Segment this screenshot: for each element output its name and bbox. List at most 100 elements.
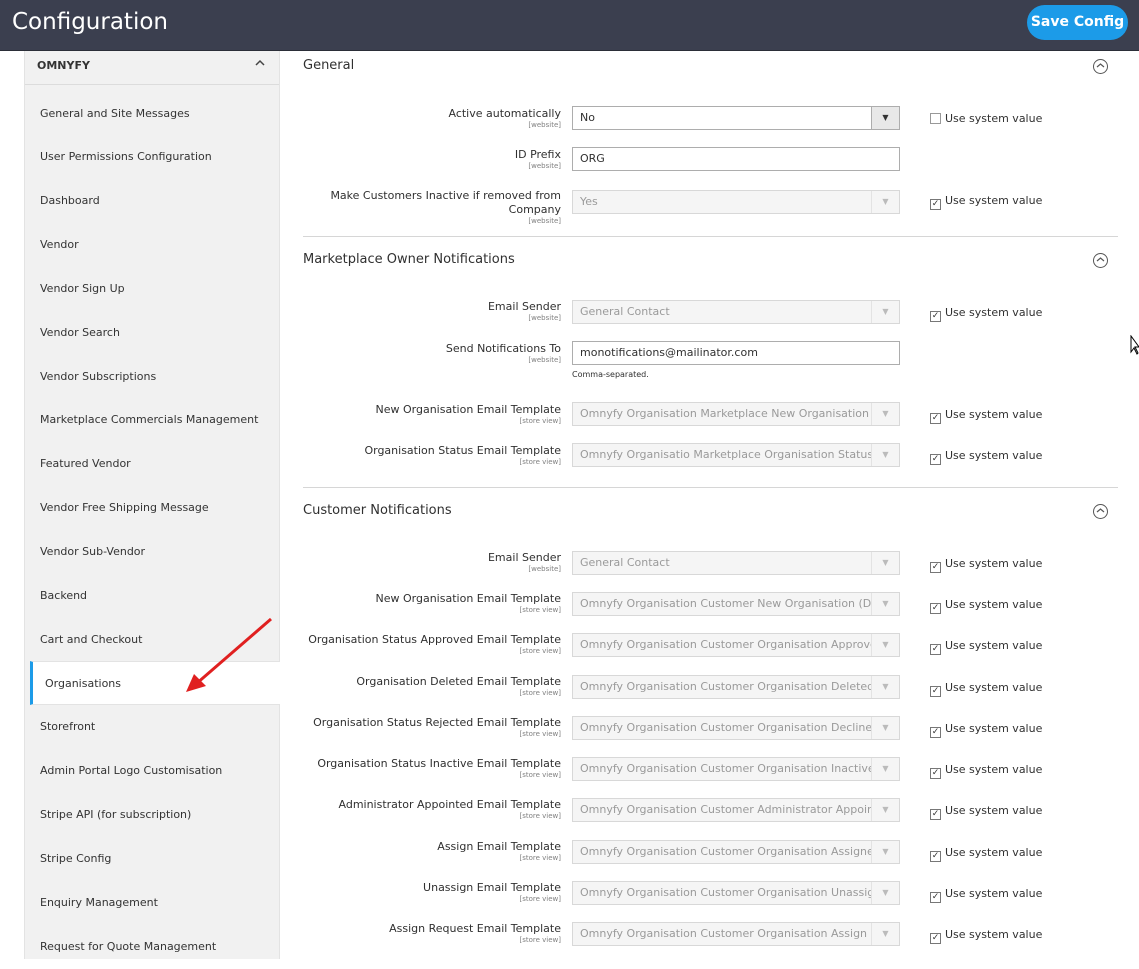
scope-text: [website]: [528, 162, 561, 170]
checkbox-checked-icon[interactable]: ✓: [930, 768, 941, 779]
sidebar-group-omnyfy[interactable]: OMNYFY: [25, 51, 279, 85]
customer-template-select[interactable]: Omnyfy Organisation Customer Organisatio…: [572, 633, 900, 657]
checkbox-checked-icon[interactable]: ✓: [930, 311, 941, 322]
checkbox-checked-icon[interactable]: ✓: [930, 892, 941, 903]
use-system-value-checkbox[interactable]: ✓ Use system value: [930, 639, 1042, 655]
use-system-value-checkbox[interactable]: ✓ Use system value: [930, 846, 1042, 862]
section-title-general[interactable]: General: [303, 58, 354, 73]
select-value: Omnyfy Organisation Customer Organisatio…: [580, 886, 872, 899]
owner-email-sender-select[interactable]: General Contact ▼: [572, 300, 900, 324]
label-text: Email Sender: [487, 300, 561, 313]
dropdown-arrow-icon: ▼: [871, 717, 899, 739]
checkbox-unchecked-icon[interactable]: [930, 113, 941, 124]
use-system-value-checkbox[interactable]: ✓ Use system value: [930, 557, 1042, 573]
checkbox-checked-icon[interactable]: ✓: [930, 413, 941, 424]
page-header: Configuration Save Config: [0, 0, 1139, 51]
use-system-value-label: Use system value: [945, 763, 1043, 776]
field-label-id-prefix: ID Prefix [website]: [515, 148, 561, 171]
checkbox-checked-icon[interactable]: ✓: [930, 809, 941, 820]
use-system-value-checkbox[interactable]: ✓ Use system value: [930, 408, 1042, 424]
sidebar-item-admin-portal-logo[interactable]: Admin Portal Logo Customisation: [25, 749, 279, 793]
sidebar-item-stripe-config[interactable]: Stripe Config: [25, 837, 279, 881]
use-system-value-checkbox[interactable]: Use system value: [930, 112, 1042, 125]
sidebar-item-featured-vendor[interactable]: Featured Vendor: [25, 442, 279, 486]
customer-template-select[interactable]: Omnyfy Organisation Customer Organisatio…: [572, 881, 900, 905]
active-automatically-select[interactable]: No ▼: [572, 106, 900, 130]
scope-text: [website]: [528, 314, 561, 322]
checkbox-checked-icon[interactable]: ✓: [930, 851, 941, 862]
select-value: Omnyfy Organisation Customer New Organis…: [580, 597, 872, 610]
collapse-up-icon[interactable]: [1093, 253, 1108, 268]
customer-template-select[interactable]: Omnyfy Organisation Customer Organisatio…: [572, 716, 900, 740]
use-system-value-checkbox[interactable]: ✓ Use system value: [930, 887, 1042, 903]
sidebar-item-user-permissions[interactable]: User Permissions Configuration: [25, 135, 279, 179]
sidebar-item-marketplace-commercials[interactable]: Marketplace Commercials Management: [25, 398, 279, 442]
sidebar-item-stripe-api[interactable]: Stripe API (for subscription): [25, 793, 279, 837]
sidebar-item-vendor-free-shipping[interactable]: Vendor Free Shipping Message: [25, 486, 279, 530]
use-system-value-checkbox[interactable]: ✓ Use system value: [930, 306, 1042, 322]
use-system-value-checkbox[interactable]: ✓ Use system value: [930, 598, 1042, 614]
customer-template-select[interactable]: Omnyfy Organisation Customer Organisatio…: [572, 840, 900, 864]
checkbox-checked-icon[interactable]: ✓: [930, 603, 941, 614]
send-notifications-to-input[interactable]: monotifications@mailinator.com: [572, 341, 900, 365]
select-value: No: [580, 111, 595, 124]
chevron-up-icon[interactable]: [255, 56, 265, 70]
dropdown-arrow-icon: ▼: [871, 444, 899, 466]
select-value: Omnyfy Organisation Customer Organisatio…: [580, 638, 872, 651]
use-system-value-checkbox[interactable]: ✓ Use system value: [930, 763, 1042, 779]
sidebar-item-vendor-subscriptions[interactable]: Vendor Subscriptions: [25, 355, 279, 399]
label-text: Organisation Status Email Template: [364, 444, 561, 457]
owner-organisation-status-template-select[interactable]: Omnyfy Organisatio Marketplace Organisat…: [572, 443, 900, 467]
sidebar-item-dashboard[interactable]: Dashboard: [25, 179, 279, 223]
sidebar-item-storefront[interactable]: Storefront: [25, 705, 279, 749]
make-customers-inactive-select[interactable]: Yes ▼: [572, 190, 900, 214]
collapse-up-icon[interactable]: [1093, 59, 1108, 74]
label-text: Make Customers Inactive if removed from: [330, 189, 561, 202]
scope-text: [store view]: [519, 895, 561, 903]
checkbox-checked-icon[interactable]: ✓: [930, 454, 941, 465]
mouse-cursor-icon: [1130, 335, 1139, 355]
collapse-up-icon[interactable]: [1093, 504, 1108, 519]
section-title-customer-notifications[interactable]: Customer Notifications: [303, 503, 452, 518]
sidebar-item-general-site-messages[interactable]: General and Site Messages: [25, 92, 279, 136]
sidebar-item-vendor[interactable]: Vendor: [25, 223, 279, 267]
sidebar-item-vendor-search[interactable]: Vendor Search: [25, 311, 279, 355]
use-system-value-checkbox[interactable]: ✓ Use system value: [930, 449, 1042, 465]
customer-template-select[interactable]: General Contact ▼: [572, 551, 900, 575]
section-title-owner-notifications[interactable]: Marketplace Owner Notifications: [303, 252, 515, 267]
checkbox-checked-icon[interactable]: ✓: [930, 562, 941, 573]
sidebar-item-vendor-sub-vendor[interactable]: Vendor Sub-Vendor: [25, 530, 279, 574]
use-system-value-checkbox[interactable]: ✓ Use system value: [930, 804, 1042, 820]
use-system-value-checkbox[interactable]: ✓ Use system value: [930, 681, 1042, 697]
customer-template-select[interactable]: Omnyfy Organisation Customer Administrat…: [572, 798, 900, 822]
customer-template-select[interactable]: Omnyfy Organisation Customer Organisatio…: [572, 675, 900, 699]
field-label-customer-row: New Organisation Email Template [store vi…: [376, 592, 561, 615]
use-system-value-checkbox[interactable]: ✓ Use system value: [930, 194, 1042, 210]
field-label-customer-row: Organisation Status Inactive Email Templ…: [317, 757, 561, 780]
checkbox-checked-icon[interactable]: ✓: [930, 727, 941, 738]
checkbox-checked-icon[interactable]: ✓: [930, 644, 941, 655]
sidebar-group-label: OMNYFY: [37, 59, 90, 72]
checkbox-checked-icon[interactable]: ✓: [930, 199, 941, 210]
customer-template-select[interactable]: Omnyfy Organisation Customer Organisatio…: [572, 922, 900, 946]
use-system-value-label: Use system value: [945, 306, 1043, 319]
use-system-value-checkbox[interactable]: ✓ Use system value: [930, 722, 1042, 738]
use-system-value-label: Use system value: [945, 639, 1043, 652]
field-label-email-sender: Email Sender [website]: [488, 300, 561, 323]
scope-text: [store view]: [519, 730, 561, 738]
field-note: Comma-separated.: [572, 370, 649, 379]
sidebar-item-enquiry-management[interactable]: Enquiry Management: [25, 881, 279, 925]
sidebar-item-vendor-sign-up[interactable]: Vendor Sign Up: [25, 267, 279, 311]
sidebar-item-rfq-management[interactable]: Request for Quote Management: [25, 925, 279, 969]
checkbox-checked-icon[interactable]: ✓: [930, 933, 941, 944]
field-label-make-customers-inactive: Make Customers Inactive if removed from …: [330, 189, 561, 226]
customer-template-select[interactable]: Omnyfy Organisation Customer Organisatio…: [572, 757, 900, 781]
id-prefix-input[interactable]: ORG: [572, 147, 900, 171]
save-config-button[interactable]: Save Config: [1027, 5, 1128, 40]
use-system-value-checkbox[interactable]: ✓ Use system value: [930, 928, 1042, 944]
customer-template-select[interactable]: Omnyfy Organisation Customer New Organis…: [572, 592, 900, 616]
page-title: Configuration: [12, 9, 168, 35]
checkbox-checked-icon[interactable]: ✓: [930, 686, 941, 697]
field-label-customer-row: Organisation Status Rejected Email Templ…: [313, 716, 561, 739]
owner-new-organisation-template-select[interactable]: Omnyfy Organisation Marketplace New Orga…: [572, 402, 900, 426]
